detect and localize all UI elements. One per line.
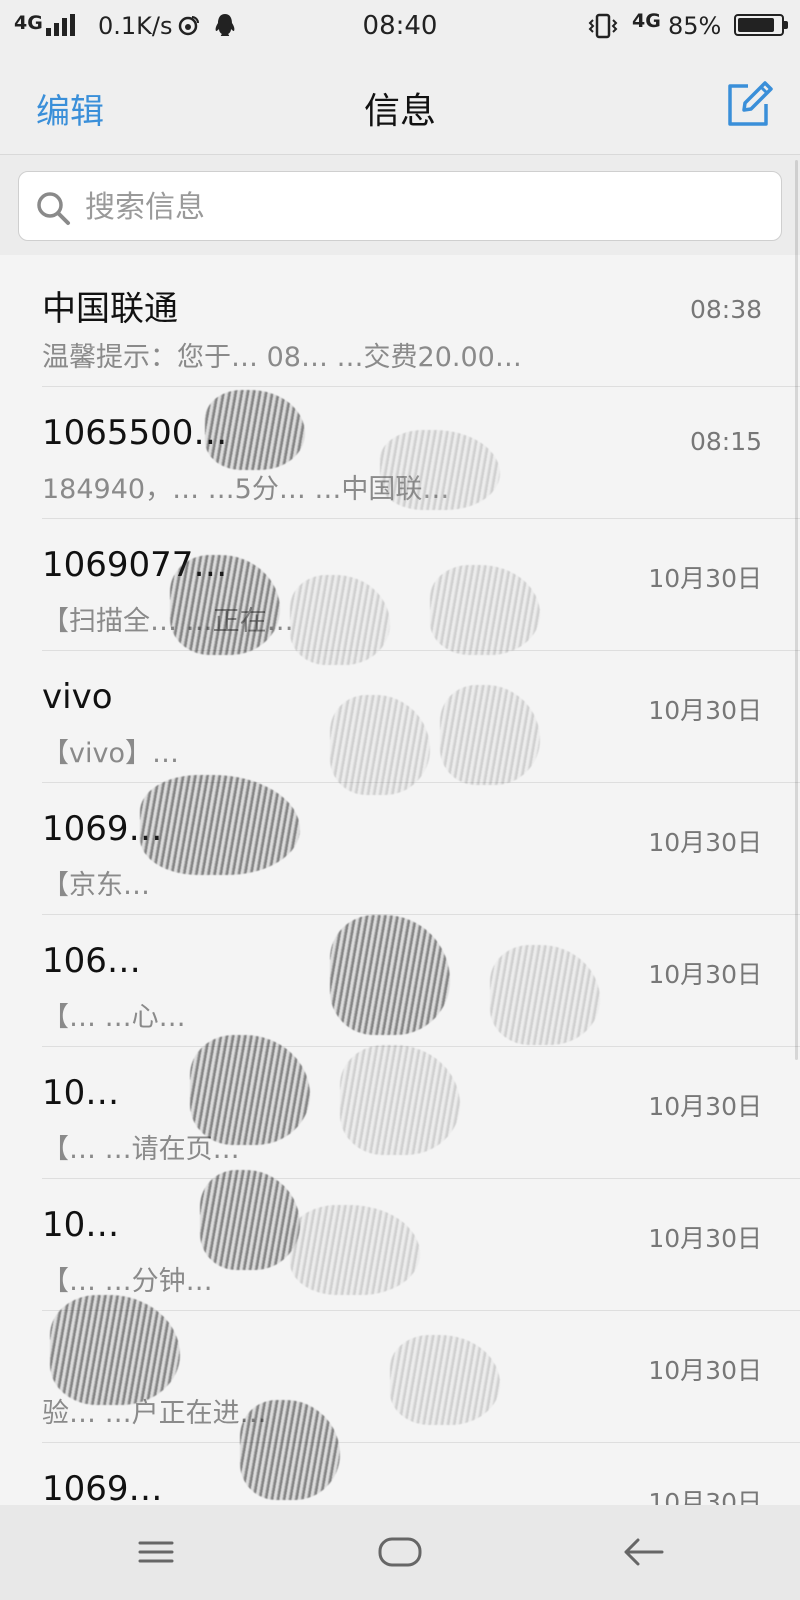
message-preview: 【… …心…	[42, 1002, 186, 1033]
list-item[interactable]: 106… 10月30日 【… …心…	[0, 915, 800, 1047]
search-input[interactable]	[83, 172, 767, 242]
network-type-secondary: 4G	[632, 10, 661, 32]
list-item[interactable]: 10月30日 验… …户正在进…	[0, 1311, 800, 1443]
message-preview: 温馨提示：您于… 08… …交费20.00…	[42, 342, 522, 373]
home-icon[interactable]	[370, 1529, 430, 1575]
list-item[interactable]: vivo 10月30日 【vivo】…	[0, 651, 800, 783]
message-sender: 1065500…	[42, 413, 228, 453]
message-sender: vivo	[42, 677, 113, 717]
message-time: 10月30日	[648, 1092, 762, 1121]
message-time: 08:15	[689, 427, 762, 456]
message-sender: 10…	[42, 1205, 120, 1245]
search-icon	[37, 192, 70, 225]
message-time: 10月30日	[648, 1356, 762, 1385]
message-time: 10月30日	[648, 696, 762, 725]
page-title: 信息	[363, 91, 436, 132]
list-item[interactable]: 1069… 10月30日 【京东…	[0, 783, 800, 915]
message-sender: 1069…	[42, 809, 163, 849]
message-preview: 184940，… …5分… …中国联…	[42, 474, 450, 505]
search-section	[0, 155, 800, 255]
search-bar[interactable]	[18, 171, 782, 242]
message-preview: 【… …请在页…	[42, 1134, 240, 1165]
battery-icon	[734, 14, 788, 36]
back-icon[interactable]	[614, 1529, 674, 1575]
status-bar: 4G 0.1K/s 08:40 4G 85%	[0, 0, 800, 54]
message-time: 08:38	[689, 295, 762, 324]
message-preview: 验… …户正在进…	[42, 1398, 267, 1429]
message-preview: 【京东…	[42, 870, 150, 901]
list-item[interactable]: 1065500… 08:15 184940，… …5分… …中国联…	[0, 387, 800, 519]
message-sender: 中国联通	[42, 289, 178, 329]
message-time: 10月30日	[648, 960, 762, 989]
nav-bar: 编辑 信息	[0, 54, 800, 155]
battery-level	[738, 18, 774, 32]
message-preview: 【… …分钟…	[42, 1266, 213, 1297]
vibrate-icon	[588, 13, 618, 39]
list-item[interactable]: 10… 10月30日 【… …分钟…	[0, 1179, 800, 1311]
compose-icon[interactable]	[722, 78, 774, 130]
bottom-nav	[0, 1505, 800, 1600]
menu-icon[interactable]	[126, 1529, 186, 1575]
message-sender: 1069…	[42, 1469, 163, 1505]
list-item[interactable]: 10… 10月30日 【… …请在页…	[0, 1047, 800, 1179]
message-sender: 10…	[42, 1073, 120, 1113]
message-sender: 106…	[42, 941, 141, 981]
message-preview: 【vivo】…	[42, 738, 179, 769]
list-item[interactable]: 中国联通 08:38 温馨提示：您于… 08… …交费20.00…	[0, 255, 800, 387]
message-time: 10月30日	[648, 1224, 762, 1253]
message-time: 10月30日	[648, 828, 762, 857]
scrollbar[interactable]	[795, 160, 798, 1060]
message-sender: 1069077…	[42, 545, 228, 585]
list-item[interactable]: 1069… 10月30日	[0, 1443, 800, 1505]
message-list: 中国联通 08:38 温馨提示：您于… 08… …交费20.00… 106550…	[0, 255, 800, 1505]
message-time: 10月30日	[648, 564, 762, 593]
list-item[interactable]: 1069077… 10月30日 【扫描全… …正在…	[0, 519, 800, 651]
message-preview: 【扫描全… …正在…	[42, 606, 294, 637]
message-time: 10月30日	[648, 1488, 762, 1505]
battery-percent: 85%	[668, 12, 722, 40]
messages-screen: 4G 0.1K/s 08:40 4G 85% 编辑 信息 搜索信息 中国联通 0…	[0, 0, 800, 1600]
